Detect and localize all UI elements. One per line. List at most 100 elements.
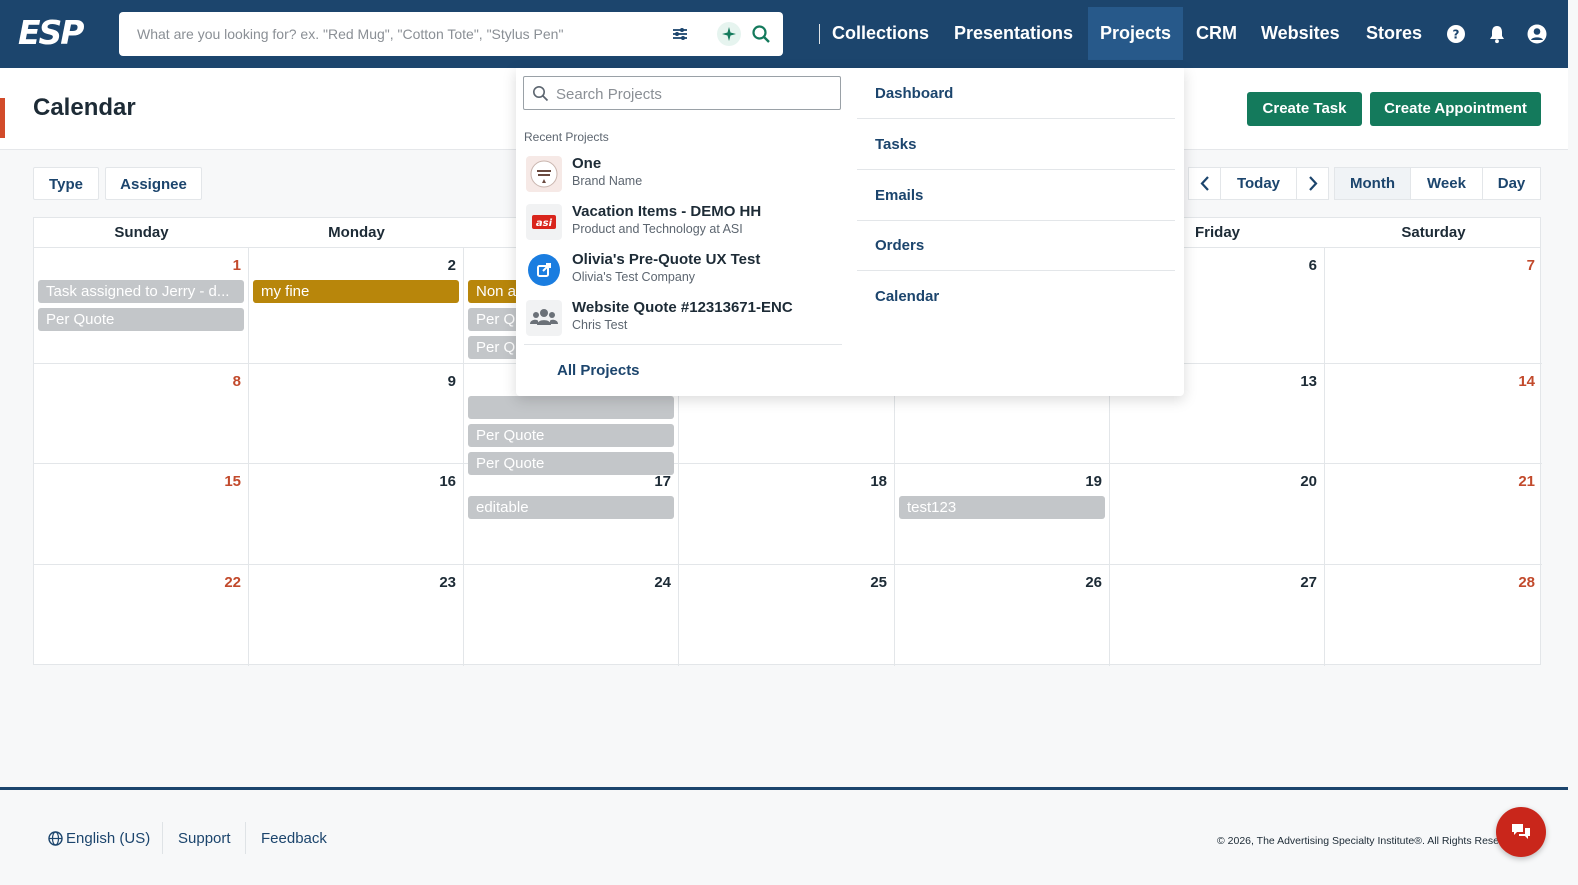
search-icon[interactable]: [751, 24, 771, 44]
copyright-text: © 2026, The Advertising Specialty Instit…: [1217, 835, 1507, 847]
filter-icon[interactable]: [670, 24, 690, 44]
day-number: 2: [447, 257, 456, 274]
recent-projects-label: Recent Projects: [524, 130, 609, 144]
calendar-day-cell[interactable]: 17 editable: [464, 464, 679, 565]
ai-sparkle-icon[interactable]: [717, 22, 741, 46]
global-search-box: [119, 12, 820, 56]
day-number: 28: [1518, 574, 1535, 591]
footer-divider: [162, 822, 163, 854]
create-task-button[interactable]: Create Task: [1247, 92, 1362, 126]
svg-text:?: ?: [1453, 28, 1460, 42]
dropdown-divider: [524, 344, 842, 345]
recent-project-item[interactable]: Olivia's Pre-Quote UX Test Olivia's Test…: [524, 248, 842, 294]
project-name: Vacation Items - DEMO HH: [572, 203, 762, 220]
calendar-day-cell[interactable]: 21: [1325, 464, 1542, 565]
calendar-event[interactable]: [468, 396, 674, 419]
assignee-filter-button[interactable]: Assignee: [105, 167, 202, 200]
project-company: Chris Test: [572, 318, 628, 332]
top-navigation-bar: ESP Collections Presentations Projects C…: [0, 0, 1568, 68]
day-header-saturday: Saturday: [1401, 224, 1466, 241]
language-selector[interactable]: English (US): [66, 830, 150, 847]
calendar-day-cell[interactable]: 28: [1325, 565, 1542, 666]
calendar-event[interactable]: Task assigned to Jerry - d...: [38, 280, 244, 303]
menu-item-orders[interactable]: Orders: [857, 220, 1175, 271]
calendar-event[interactable]: Per Quote: [468, 424, 674, 447]
calendar-day-cell[interactable]: 22: [34, 565, 249, 666]
calendar-day-cell[interactable]: 7: [1325, 248, 1542, 364]
project-company: Brand Name: [572, 174, 643, 188]
day-number: 1: [232, 257, 241, 274]
support-link[interactable]: Support: [178, 830, 231, 847]
calendar-day-cell[interactable]: 23: [249, 565, 464, 666]
day-number: 21: [1518, 473, 1535, 490]
asi-logo-text: asi: [536, 218, 553, 229]
create-appointment-button[interactable]: Create Appointment: [1370, 92, 1541, 126]
today-button[interactable]: Today: [1221, 168, 1297, 199]
calendar-day-cell[interactable]: 16: [249, 464, 464, 565]
day-view-button[interactable]: Day: [1483, 168, 1540, 199]
day-number: 19: [1085, 473, 1102, 490]
calendar-day-cell[interactable]: 26: [895, 565, 1110, 666]
day-header-sunday: Sunday: [114, 224, 169, 241]
calendar-day-cell[interactable]: 2 my fine: [249, 248, 464, 364]
day-number: 13: [1300, 373, 1317, 390]
day-number: 25: [870, 574, 887, 591]
all-projects-link[interactable]: All Projects: [557, 362, 640, 379]
previous-button[interactable]: [1189, 168, 1221, 199]
day-number: 27: [1300, 574, 1317, 591]
menu-item-tasks[interactable]: Tasks: [857, 119, 1175, 170]
next-button[interactable]: [1297, 168, 1328, 199]
project-search-input[interactable]: [556, 84, 826, 104]
calendar-event[interactable]: my fine: [253, 280, 459, 303]
calendar-event[interactable]: Per Quote: [38, 308, 244, 331]
day-number: 24: [654, 574, 671, 591]
nav-presentations[interactable]: Presentations: [942, 7, 1085, 60]
asi-logo: asi: [526, 204, 562, 240]
menu-item-calendar[interactable]: Calendar: [857, 271, 1175, 322]
date-navigation: Today: [1188, 167, 1329, 200]
nav-crm[interactable]: CRM: [1184, 7, 1249, 60]
menu-item-dashboard[interactable]: Dashboard: [857, 68, 1175, 119]
calendar-day-cell[interactable]: 19 test123: [895, 464, 1110, 565]
global-search-input[interactable]: [137, 23, 667, 45]
day-number: 23: [439, 574, 456, 591]
nav-projects[interactable]: Projects: [1088, 7, 1184, 60]
calendar-day-cell[interactable]: 8: [34, 364, 249, 464]
calendar-day-cell[interactable]: 9: [249, 364, 464, 464]
type-filter-button[interactable]: Type: [33, 167, 99, 200]
calendar-day-cell[interactable]: 25: [679, 565, 895, 666]
nav-stores[interactable]: Stores: [1354, 7, 1434, 60]
feedback-link[interactable]: Feedback: [261, 830, 327, 847]
calendar-day-cell[interactable]: 27: [1110, 565, 1325, 666]
nav-collections[interactable]: Collections: [820, 7, 941, 60]
recent-project-item[interactable]: Website Quote #12313671-ENC Chris Test: [524, 296, 842, 342]
calendar-day-cell[interactable]: 1 Task assigned to Jerry - d... Per Quote: [34, 248, 249, 364]
calendar-event[interactable]: editable: [468, 496, 674, 519]
page-footer: English (US) Support Feedback © 2026, Th…: [0, 787, 1568, 885]
bell-icon[interactable]: [1487, 24, 1507, 44]
user-account-icon[interactable]: [1527, 24, 1547, 44]
recent-project-item[interactable]: asi Vacation Items - DEMO HH Product and…: [524, 200, 842, 246]
page-title: Calendar: [33, 94, 136, 121]
week-view-button[interactable]: Week: [1411, 168, 1483, 199]
calendar-day-cell[interactable]: 20: [1110, 464, 1325, 565]
project-name: One: [572, 155, 602, 172]
chat-button[interactable]: [1496, 807, 1546, 857]
recent-project-item[interactable]: One Brand Name: [524, 152, 842, 198]
help-icon[interactable]: ?: [1446, 24, 1466, 44]
day-number: 9: [447, 373, 456, 390]
menu-item-emails[interactable]: Emails: [857, 170, 1175, 221]
calendar-day-cell[interactable]: 24: [464, 565, 679, 666]
calendar-event[interactable]: test123: [899, 496, 1105, 519]
day-number: 26: [1085, 574, 1102, 591]
company-icon: [526, 252, 562, 288]
project-company: Olivia's Test Company: [572, 270, 696, 284]
chevron-right-icon: [1309, 176, 1318, 191]
nav-websites[interactable]: Websites: [1249, 7, 1352, 60]
esp-logo[interactable]: ESP: [18, 14, 102, 52]
project-company: Product and Technology at ASI: [572, 222, 743, 236]
calendar-day-cell[interactable]: 14: [1325, 364, 1542, 464]
calendar-day-cell[interactable]: 18: [679, 464, 895, 565]
calendar-day-cell[interactable]: 15: [34, 464, 249, 565]
month-view-button[interactable]: Month: [1335, 168, 1411, 199]
